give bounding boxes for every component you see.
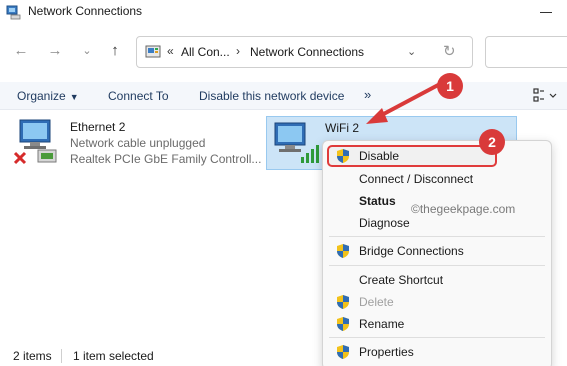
forward-arrow-icon[interactable]: → [44, 40, 66, 62]
wifi-name: WiFi 2 [325, 121, 359, 135]
breadcrumb-current[interactable]: Network Connections [250, 45, 364, 59]
back-arrow-icon[interactable]: ← [10, 40, 32, 62]
ethernet-connection-item[interactable]: Ethernet 2 Network cable unplugged Realt… [14, 114, 262, 170]
organize-caret-icon: ▼ [69, 92, 79, 102]
ethernet-device: Realtek PCIe GbE Family Controll... [70, 152, 262, 166]
control-panel-icon [145, 45, 161, 58]
uac-shield-icon [337, 345, 349, 359]
step-badge-2: 2 [479, 129, 505, 155]
breadcrumb-overflow-icon[interactable]: « [167, 44, 174, 58]
selection-count: 1 item selected [73, 349, 154, 363]
uac-shield-icon [337, 149, 349, 163]
organize-menu[interactable]: Organize ▼ [17, 89, 79, 103]
menu-item-create-shortcut[interactable]: Create Shortcut [327, 269, 545, 291]
breadcrumb-separator-icon[interactable]: › [236, 44, 240, 58]
menu-item-label: Connect / Disconnect [359, 172, 474, 186]
breadcrumb-parent[interactable]: All Con... [181, 45, 230, 59]
address-dropdown-chevron-icon[interactable]: ⌄ [407, 45, 416, 58]
title-bar: Network Connections [0, 0, 567, 24]
wifi-adapter-icon [274, 122, 319, 163]
item-count: 2 items [13, 349, 52, 363]
menu-item-disable[interactable]: Disable [327, 145, 497, 167]
uac-shield-icon [337, 295, 349, 309]
ethernet-status: Network cable unplugged [70, 136, 206, 150]
menu-item-label: Rename [359, 317, 405, 331]
view-options-icon[interactable] [533, 87, 559, 103]
minimize-button[interactable] [534, 2, 562, 22]
menu-item-label: Bridge Connections [359, 244, 464, 258]
menu-separator [329, 236, 545, 237]
status-divider [61, 349, 62, 363]
menu-separator [329, 337, 545, 338]
window-title: Network Connections [28, 4, 143, 18]
uac-shield-icon [337, 244, 349, 258]
refresh-icon[interactable]: ↻ [443, 42, 456, 60]
menu-item-delete: Delete [327, 291, 545, 313]
menu-item-bridge-connections[interactable]: Bridge Connections [327, 240, 545, 262]
menu-item-connect-disconnect[interactable]: Connect / Disconnect [327, 168, 545, 190]
address-bar[interactable]: « All Con... › Network Connections ⌄ ↻ [136, 36, 473, 68]
watermark: ©thegeekpage.com [411, 202, 516, 216]
up-arrow-icon[interactable]: ↑ [104, 40, 126, 62]
disable-device-button[interactable]: Disable this network device [199, 89, 344, 103]
status-bar: 2 items 1 item selected [0, 344, 330, 366]
menu-item-label: Create Shortcut [359, 273, 444, 287]
menu-item-label: Disable [359, 149, 400, 163]
menu-item-label: Properties [359, 345, 414, 359]
menu-item-label: Delete [359, 295, 394, 309]
uac-shield-icon [337, 317, 349, 331]
network-connections-icon [6, 5, 21, 20]
ethernet-adapter-icon [14, 119, 57, 165]
context-menu: Disable Connect / Disconnect Status Diag… [322, 140, 552, 366]
menu-item-label: Status [359, 194, 396, 208]
step-badge-1: 1 [437, 73, 463, 99]
recent-locations-chevron-icon[interactable]: ⌄ [76, 40, 98, 62]
connect-to-button[interactable]: Connect To [108, 89, 169, 103]
organize-label: Organize [17, 89, 66, 103]
menu-item-rename[interactable]: Rename [327, 313, 545, 335]
search-input[interactable] [485, 36, 567, 68]
ethernet-name: Ethernet 2 [70, 120, 126, 134]
menu-item-properties[interactable]: Properties [327, 341, 545, 363]
navigation-bar: ← → ⌄ ↑ « All Con... › Network Connectio… [0, 30, 567, 74]
menu-separator [329, 265, 545, 266]
command-bar: Organize ▼ Connect To Disable this networ… [0, 82, 567, 110]
menu-item-label: Diagnose [359, 216, 410, 230]
